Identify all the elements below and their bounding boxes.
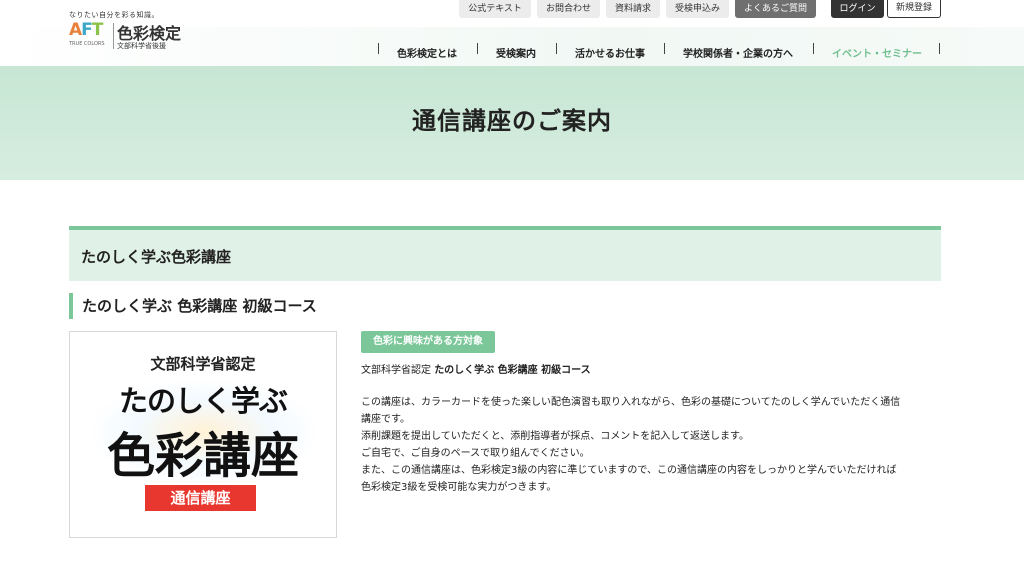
nav-divider (939, 43, 940, 54)
course-image-top-text: 文部科学省認定 (150, 355, 256, 373)
section-title: たのしく学ぶ色彩講座 (81, 248, 232, 266)
course-image-badge: 通信講座 (145, 485, 256, 511)
nav-divider (556, 43, 557, 54)
course-image-big-text: 色彩講座 (106, 428, 299, 484)
page-title: 通信講座のご案内 (412, 107, 612, 135)
description-line: 色彩検定3級を受検可能な実力がつきます。 (361, 482, 557, 493)
course-desc-heading: 文部科学省認定 たのしく学ぶ 色彩講座 初級コース (361, 365, 591, 376)
utility-nav: 公式テキスト お問合わせ 資料請求 受検申込み よくあるご質問 (459, 0, 816, 18)
nav-item-schools-companies[interactable]: 学校関係者・企業の方へ (683, 45, 793, 60)
nav-item-events[interactable]: イベント・セミナー (832, 45, 922, 60)
utility-link-apply[interactable]: 受検申込み (665, 0, 729, 18)
utility-link-official-text[interactable]: 公式テキスト (459, 0, 531, 18)
nav-divider (477, 43, 478, 54)
aft-logo-mark: AFT (69, 20, 103, 40)
nav-divider (378, 43, 379, 54)
nav-divider (813, 43, 814, 54)
nav-item-exam-info[interactable]: 受検案内 (496, 45, 536, 60)
section-header: たのしく学ぶ色彩講座 (69, 226, 941, 281)
course-heading: たのしく学ぶ 色彩講座 初級コース (69, 293, 317, 319)
login-button[interactable]: ログイン (831, 0, 884, 18)
course-image-mid-text: たのしく学ぶ (118, 384, 288, 418)
description-line: また、この通信講座は、色彩検定3級の内容に準じていますので、この通信講座の内容を… (361, 465, 897, 476)
logo-tagline: なりたい自分を彩る知識。 (69, 11, 159, 19)
utility-link-brochure[interactable]: 資料請求 (605, 0, 660, 18)
description-line: 添削課題を提出していただくと、添削指導者が採点、コメントを記入して返送します。 (361, 431, 749, 442)
description-line: 講座です。 (361, 414, 410, 425)
logo-sub: 文部科学省後援 (117, 42, 166, 50)
nav-item-about[interactable]: 色彩検定とは (397, 45, 457, 60)
logo-divider (113, 23, 114, 49)
utility-link-contact[interactable]: お問合わせ (536, 0, 600, 18)
course-image: 文部科学省認定 たのしく学ぶ 色彩講座 通信講座 (69, 331, 337, 538)
description-line: ご自宅で、ご自身のペースで取り組んでください。 (361, 448, 590, 459)
nav-divider (664, 43, 665, 54)
description-line: この講座は、カラーカードを使った楽しい配色演習も取り入れながら、色彩の基礎につい… (361, 397, 901, 408)
signup-button[interactable]: 新規登録 (887, 0, 941, 18)
course-title: たのしく学ぶ 色彩講座 初級コース (82, 297, 317, 315)
logo-truecolors: TRUE COLORS (69, 41, 105, 47)
nav-item-careers[interactable]: 活かせるお仕事 (575, 45, 645, 60)
course-description: この講座は、カラーカードを使った楽しい配色演習も取り入れながら、色彩の基礎につい… (361, 394, 941, 496)
site-logo[interactable]: なりたい自分を彩る知識。 AFT TRUE COLORS 色彩検定 文部科学省後… (69, 10, 199, 54)
target-audience-tag: 色彩に興味がある方対象 (361, 331, 495, 353)
utility-link-faq[interactable]: よくあるご質問 (734, 0, 816, 18)
page-hero: 通信講座のご案内 (0, 66, 1024, 180)
